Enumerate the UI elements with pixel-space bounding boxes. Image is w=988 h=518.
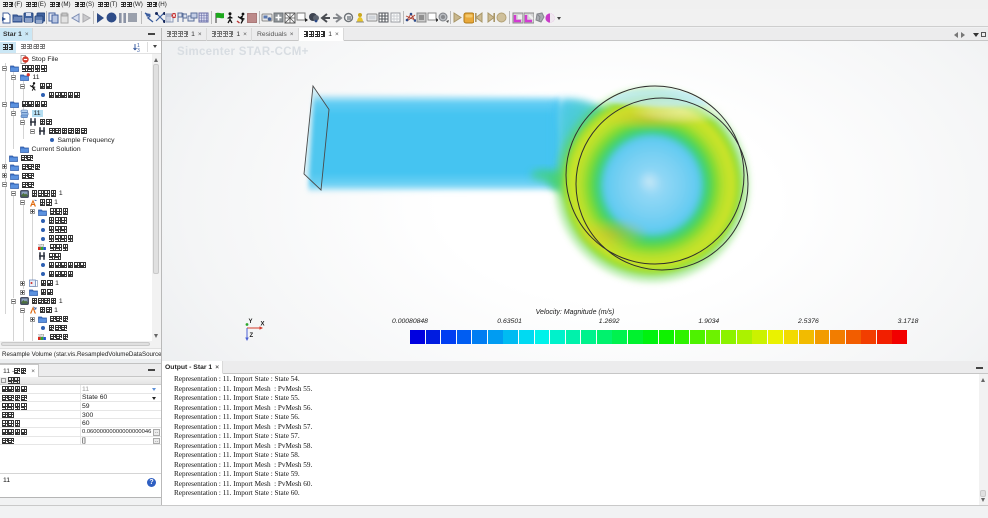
svg-text:Z: Z [250, 333, 254, 339]
svg-text:3: 3 [137, 48, 140, 53]
svg-text:Y: Y [249, 319, 253, 325]
svg-text:123: 123 [38, 333, 44, 337]
svg-text:X: X [261, 322, 265, 328]
svg-text:123: 123 [38, 244, 44, 248]
